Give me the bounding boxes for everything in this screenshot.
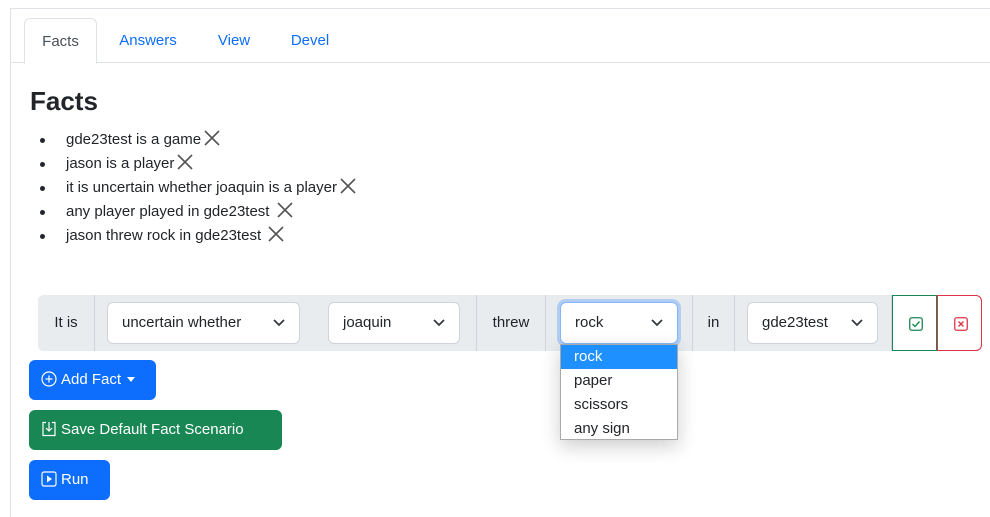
remove-icon[interactable] xyxy=(339,177,357,195)
tab-devel[interactable]: Devel xyxy=(280,18,340,63)
chevron-down-icon xyxy=(651,319,663,327)
remove-icon[interactable] xyxy=(276,201,294,219)
play-square-icon xyxy=(41,471,57,487)
list-item: gde23test is a game xyxy=(40,128,357,152)
remove-icon[interactable] xyxy=(176,153,194,171)
fact-text: jason is a player xyxy=(66,155,175,172)
fact-list: gde23test is a game jason is a player it… xyxy=(30,128,357,248)
fact-text: any player played in gde23test xyxy=(66,203,274,220)
game-select[interactable]: gde23test xyxy=(747,302,878,344)
chevron-down-icon xyxy=(433,319,445,327)
option-rock[interactable]: rock xyxy=(561,345,677,369)
run-button[interactable]: Run xyxy=(29,460,110,500)
list-item: jason threw rock in gde23test xyxy=(40,224,357,248)
x-square-icon xyxy=(954,317,968,331)
option-scissors[interactable]: scissors xyxy=(561,393,677,417)
option-any-sign[interactable]: any sign xyxy=(561,417,677,441)
preposition-label: in xyxy=(693,295,735,351)
prefix-label: It is xyxy=(38,295,95,351)
fact-text: it is uncertain whether joaquin is a pla… xyxy=(66,179,337,196)
remove-icon[interactable] xyxy=(267,225,285,243)
page-title: Facts xyxy=(30,86,98,116)
add-fact-label: Add Fact xyxy=(61,371,122,388)
tab-view[interactable]: View xyxy=(206,18,262,63)
object-value: rock xyxy=(575,314,604,331)
cancel-fact-button[interactable] xyxy=(937,295,982,351)
modality-value: uncertain whether xyxy=(122,314,242,331)
chevron-down-icon xyxy=(273,319,285,327)
save-icon xyxy=(42,421,56,437)
fact-text: jason threw rock in gde23test xyxy=(66,227,266,244)
plus-circle-icon xyxy=(41,371,57,387)
option-paper[interactable]: paper xyxy=(561,369,677,393)
save-default-label: Save Default Fact Scenario xyxy=(61,421,244,438)
nav-tabs: Facts Answers View Devel xyxy=(10,8,990,64)
remove-icon[interactable] xyxy=(203,129,221,147)
subject-select[interactable]: joaquin xyxy=(328,302,460,344)
list-item: any player played in gde23test xyxy=(40,200,357,224)
object-options-dropdown: rock paper scissors any sign xyxy=(560,344,678,440)
object-select[interactable]: rock xyxy=(560,302,678,344)
list-item: it is uncertain whether joaquin is a pla… xyxy=(40,176,357,200)
modality-select[interactable]: uncertain whether xyxy=(107,302,300,344)
game-value: gde23test xyxy=(762,314,828,331)
chevron-down-icon xyxy=(851,319,863,327)
subject-value: joaquin xyxy=(343,314,392,331)
list-item: jason is a player xyxy=(40,152,357,176)
caret-down-icon xyxy=(127,377,136,382)
tab-facts[interactable]: Facts xyxy=(24,18,97,64)
save-default-scenario-button[interactable]: Save Default Fact Scenario xyxy=(29,410,282,450)
check-square-icon xyxy=(909,317,923,331)
verb-label: threw xyxy=(476,295,546,351)
tab-answers[interactable]: Answers xyxy=(108,18,188,63)
run-label: Run xyxy=(61,471,89,488)
add-fact-button[interactable]: Add Fact xyxy=(29,360,156,400)
fact-text: gde23test is a game xyxy=(66,131,202,148)
confirm-fact-button[interactable] xyxy=(892,295,937,351)
